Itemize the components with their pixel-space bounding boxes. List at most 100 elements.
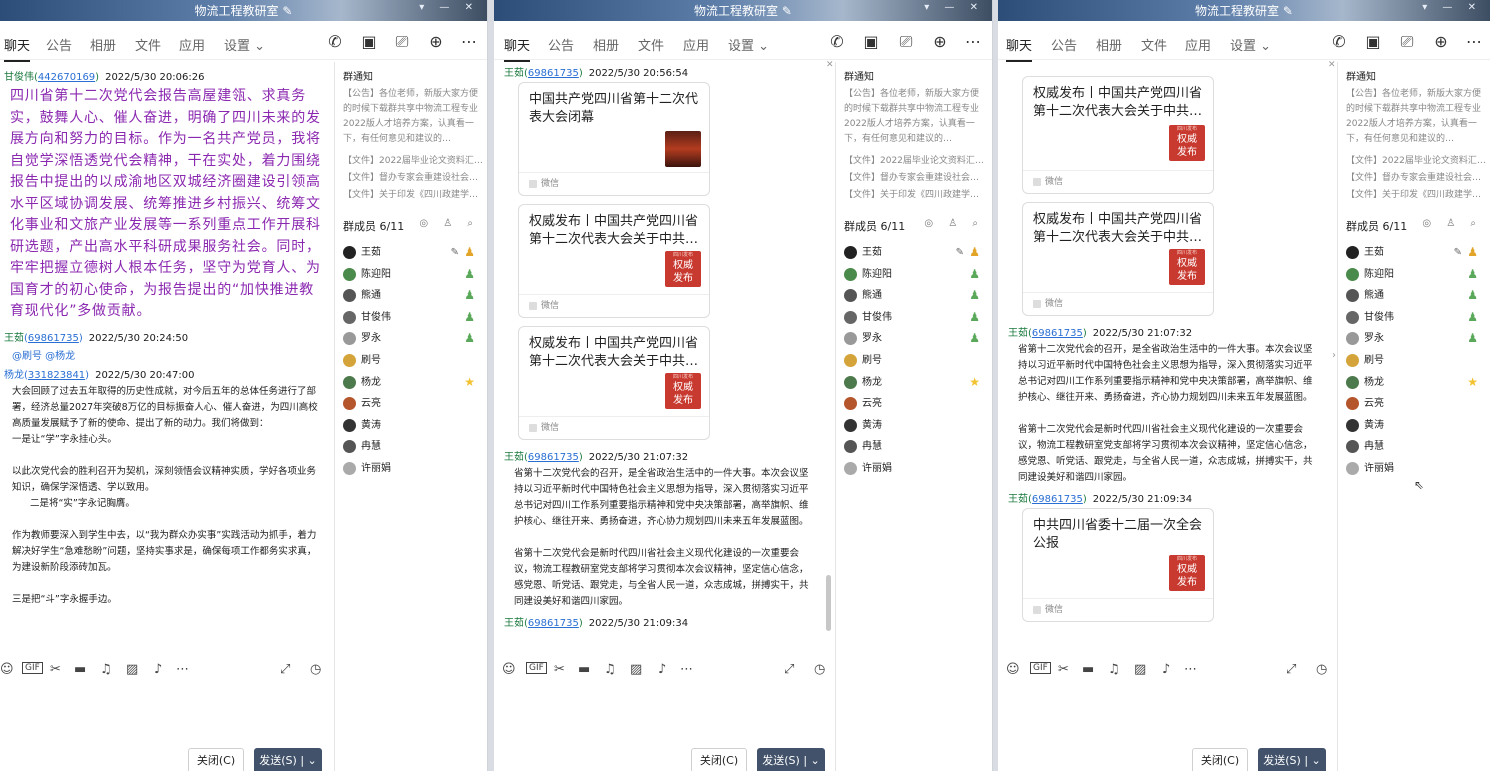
file-item[interactable]: 【文件】督办专家会重建设社会… [1338, 170, 1490, 187]
emoji-icon[interactable]: ☺ [1006, 662, 1020, 677]
voice-call-icon[interactable]: ✆ [326, 33, 344, 51]
member-item[interactable]: 罗永 ♟ [1338, 328, 1490, 350]
edit-icon[interactable]: ✎ [956, 242, 964, 264]
file-item[interactable]: 【文件】2022届毕业论文资料汇… [836, 153, 992, 170]
screen-share-icon[interactable]: ⎚ [897, 33, 915, 51]
edit-icon[interactable]: ✎ [1454, 242, 1462, 264]
member-item[interactable]: 许丽娟 [335, 458, 487, 480]
window-controls[interactable]: ▾ — ✕ [419, 2, 479, 13]
bell-icon[interactable]: ♪ [1162, 662, 1170, 677]
tab-settings[interactable]: 设置 ⌄ [224, 35, 265, 54]
member-item[interactable]: 王茹 ✎ ♟ [1338, 242, 1490, 264]
send-button[interactable]: 发送(S) | ⌄ [757, 748, 825, 771]
member-item[interactable]: 陈迎阳 ♟ [836, 264, 992, 286]
member-item[interactable]: 王茹 ✎ ♟ [836, 242, 992, 264]
chevron-right-icon[interactable]: › [1332, 350, 1336, 361]
member-item[interactable]: 冉慧 [1338, 436, 1490, 458]
close-button[interactable]: 关闭(C) [691, 748, 747, 771]
tab-album[interactable]: 相册 [593, 35, 619, 54]
more-icon[interactable]: ⋯ [460, 33, 478, 51]
member-item[interactable]: 陈迎阳 ♟ [335, 264, 487, 286]
notice-text[interactable]: 【公告】各位老师，新版大家方便的时候下载群共享中物流工程专业2022版人才培养方… [1338, 87, 1490, 147]
expand-icon[interactable]: ⤢ [1286, 662, 1296, 677]
member-item[interactable]: 黄涛 [836, 415, 992, 437]
video-call-icon[interactable]: ▣ [360, 33, 378, 51]
member-item[interactable]: 甘俊伟 ♟ [335, 307, 487, 329]
mention-text[interactable]: @刷号 @杨龙 [12, 347, 332, 362]
image-icon[interactable]: ▨ [1134, 662, 1146, 677]
emoji-icon[interactable]: ☺ [0, 662, 14, 677]
more-tools-icon[interactable]: ⋯ [1184, 662, 1197, 677]
tab-chat[interactable]: 聊天 [4, 35, 31, 62]
window-controls[interactable]: ▾ — ✕ [924, 2, 984, 13]
history-icon[interactable]: ◷ [814, 662, 825, 677]
file-item[interactable]: 【文件】督办专家会重建设社会… [836, 170, 992, 187]
image-icon[interactable]: ▨ [630, 662, 642, 677]
tab-files[interactable]: 文件 [1141, 35, 1167, 54]
folder-icon[interactable]: ▬ [578, 662, 590, 677]
member-tools-icon[interactable]: ◎ ♙ ⌕ [924, 218, 984, 229]
more-tools-icon[interactable]: ⋯ [176, 662, 189, 677]
tab-chat[interactable]: 聊天 [1006, 35, 1033, 62]
link-card[interactable]: 权威发布丨中国共产党四川省第十二次代表大会关于中共… 四川发布 权威 发布 微信 [1022, 202, 1214, 316]
music-icon[interactable]: ♫ [100, 662, 112, 677]
tab-announcement[interactable]: 公告 [1051, 35, 1077, 54]
file-item[interactable]: 【文件】关于印发《四川政建学… [1338, 187, 1490, 204]
member-item[interactable]: 刷号 [1338, 350, 1490, 372]
image-icon[interactable]: ▨ [126, 662, 138, 677]
scissors-icon[interactable]: ✂ [50, 662, 61, 677]
member-item[interactable]: 冉慧 [836, 436, 992, 458]
tab-files[interactable]: 文件 [135, 35, 161, 54]
history-icon[interactable]: ◷ [1316, 662, 1327, 677]
close-panel-icon[interactable]: ✕ [826, 60, 834, 70]
tab-album[interactable]: 相册 [90, 35, 116, 54]
voice-call-icon[interactable]: ✆ [1330, 33, 1348, 51]
video-call-icon[interactable]: ▣ [862, 33, 880, 51]
close-panel-icon[interactable]: ✕ [1328, 60, 1336, 70]
music-icon[interactable]: ♫ [604, 662, 616, 677]
edit-title-icon[interactable]: ✎ [782, 4, 792, 18]
tab-settings[interactable]: 设置 ⌄ [1230, 35, 1271, 54]
more-icon[interactable]: ⋯ [964, 33, 982, 51]
file-item[interactable]: 【文件】关于印发《四川政建学… [836, 187, 992, 204]
file-item[interactable]: 【文件】关于印发《四川政建学… [335, 187, 487, 204]
tab-announcement[interactable]: 公告 [548, 35, 574, 54]
member-list[interactable]: 王茹 ✎ ♟ 陈迎阳 ♟ 熊通 ♟ 甘俊伟 ♟ 罗永 ♟ 刷号 杨龙 ★ 云亮 黄涛 冉慧 许丽娟 [836, 242, 992, 480]
emoji-icon[interactable]: ☺ [502, 662, 516, 677]
add-icon[interactable]: ⊕ [1432, 33, 1450, 51]
folder-icon[interactable]: ▬ [74, 662, 86, 677]
notice-text[interactable]: 【公告】各位老师，新版大家方便的时候下载群共享中物流工程专业2022版人才培养方… [836, 87, 992, 147]
close-button[interactable]: 关闭(C) [1192, 748, 1248, 771]
member-item[interactable]: 云亮 [836, 393, 992, 415]
link-card[interactable]: 权威发布丨中国共产党四川省第十二次代表大会关于中共… 四川发布 权威 发布 微信 [518, 326, 710, 440]
edit-title-icon[interactable]: ✎ [1283, 4, 1293, 18]
link-card[interactable]: 中共四川省委十二届一次全会公报 四川发布 权威 发布 微信 [1022, 508, 1214, 622]
notice-text[interactable]: 【公告】各位老师，新版大家方便的时候下载群共享中物流工程专业2022版人才培养方… [335, 87, 487, 147]
chat-history[interactable]: 王茹(69861735) 2022/5/30 20:56:54 中国共产党四川省第… [494, 62, 824, 654]
bell-icon[interactable]: ♪ [658, 662, 666, 677]
gif-icon[interactable]: GIF [1030, 662, 1051, 674]
tab-apps[interactable]: 应用 [179, 35, 205, 54]
member-item[interactable]: 黄涛 [1338, 415, 1490, 437]
expand-icon[interactable]: ⤢ [280, 662, 290, 677]
member-tools-icon[interactable]: ◎ ♙ ⌕ [1422, 218, 1482, 229]
member-item[interactable]: 甘俊伟 ♟ [836, 307, 992, 329]
add-icon[interactable]: ⊕ [931, 33, 949, 51]
tab-files[interactable]: 文件 [638, 35, 664, 54]
tab-apps[interactable]: 应用 [683, 35, 709, 54]
history-icon[interactable]: ◷ [310, 662, 321, 677]
chat-history[interactable]: 甘俊伟(442670169) 2022/5/30 20:06:26 四川省第十二次… [0, 62, 332, 654]
member-item[interactable]: 黄涛 [335, 415, 487, 437]
expand-icon[interactable]: ⤢ [784, 662, 794, 677]
member-item[interactable]: 罗永 ♟ [335, 328, 487, 350]
add-icon[interactable]: ⊕ [427, 33, 445, 51]
link-card[interactable]: 中国共产党四川省第十二次代表大会闭幕 微信 [518, 82, 710, 196]
member-item[interactable]: 陈迎阳 ♟ [1338, 264, 1490, 286]
gif-icon[interactable]: GIF [526, 662, 547, 674]
send-button[interactable]: 发送(S) | ⌄ [1258, 748, 1326, 771]
member-item[interactable]: 许丽娟 [1338, 458, 1490, 480]
member-item[interactable]: 甘俊伟 ♟ [1338, 307, 1490, 329]
member-item[interactable]: 云亮 [1338, 393, 1490, 415]
scrollbar[interactable] [826, 575, 831, 631]
member-item[interactable]: 许丽娟 [836, 458, 992, 480]
